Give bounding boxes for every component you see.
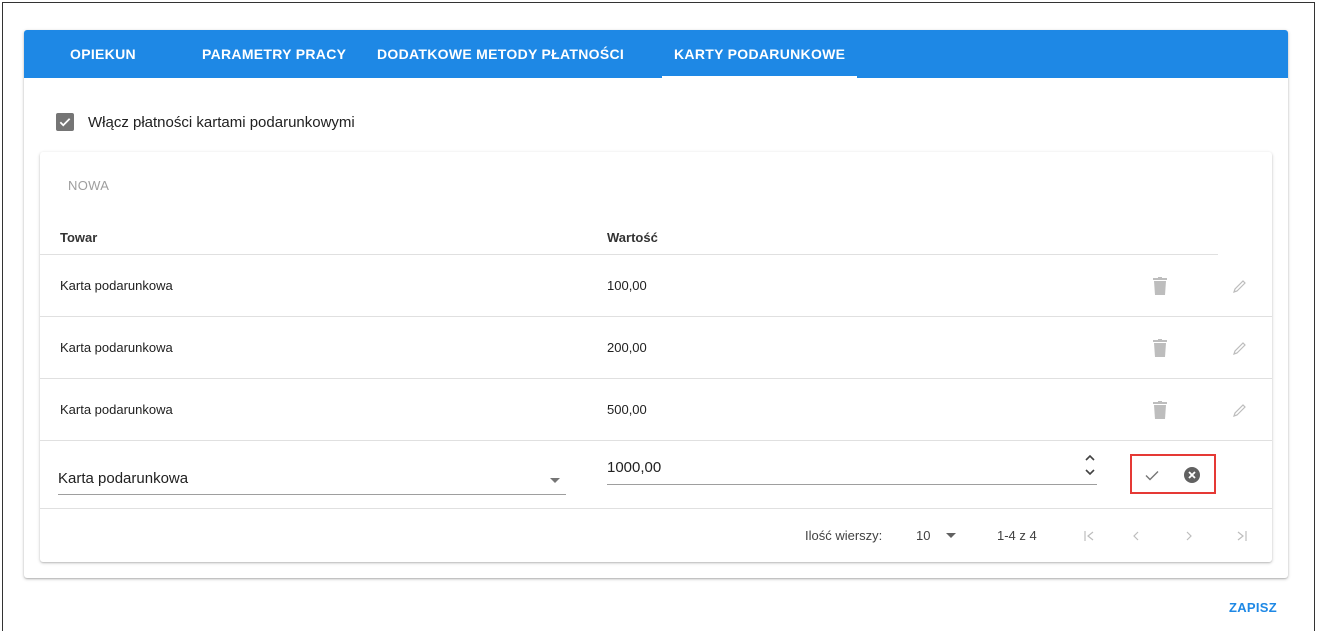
column-header-wartosc: Wartość [607, 230, 658, 245]
save-button[interactable]: ZAPISZ [1229, 600, 1277, 615]
edit-icon[interactable] [1230, 400, 1250, 420]
rows-per-page-select[interactable]: 10 [916, 528, 960, 546]
delete-icon[interactable] [1150, 275, 1170, 297]
cancel-circle-icon[interactable] [1182, 465, 1202, 485]
new-button[interactable]: NOWA [68, 178, 109, 193]
check-icon [59, 118, 71, 127]
value-input-text: 1000,00 [607, 459, 662, 476]
tab-opiekun[interactable]: OPIEKUN [70, 30, 136, 78]
edit-icon[interactable] [1230, 276, 1250, 296]
product-select-value: Karta podarunkowa [58, 470, 189, 487]
cell-value: 100,00 [607, 278, 647, 293]
cell-value: 200,00 [607, 340, 647, 355]
cell-product: Karta podarunkowa [60, 340, 173, 355]
next-page-icon[interactable] [1177, 524, 1201, 548]
edit-row: Karta podarunkowa 1000,00 [40, 441, 1272, 509]
table-row: Karta podarunkowa 500,00 [40, 379, 1272, 441]
pagination-range: 1-4 z 4 [997, 528, 1037, 543]
value-spinner[interactable] [1083, 451, 1097, 479]
delete-icon[interactable] [1150, 337, 1170, 359]
rows-per-page-value: 10 [916, 528, 931, 543]
dropdown-arrow-icon [946, 533, 956, 538]
tab-bar: OPIEKUN PARAMETRY PRACY DODATKOWE METODY… [24, 30, 1288, 78]
gift-card-toggle-row: Włącz płatności kartami podarunkowymi [56, 108, 355, 136]
tab-karty-podarunkowe[interactable]: KARTY PODARUNKOWE [661, 30, 858, 78]
dropdown-arrow-icon [550, 478, 560, 483]
gift-card-checkbox[interactable] [56, 113, 74, 131]
cell-product: Karta podarunkowa [60, 278, 173, 293]
settings-card: OPIEKUN PARAMETRY PRACY DODATKOWE METODY… [24, 30, 1288, 578]
product-select[interactable]: Karta podarunkowa [58, 465, 566, 495]
gift-cards-table: NOWA Towar Wartość Karta podarunkowa 100… [40, 152, 1272, 562]
confirm-check-icon[interactable] [1142, 465, 1162, 485]
column-header-towar: Towar [60, 230, 98, 245]
previous-page-icon[interactable] [1124, 524, 1148, 548]
table-pagination: Ilość wierszy: 10 1-4 z 4 [40, 510, 1272, 562]
cell-value: 500,00 [607, 402, 647, 417]
edit-icon[interactable] [1230, 338, 1250, 358]
last-page-icon[interactable] [1230, 524, 1254, 548]
spinner-arrows-icon [1085, 454, 1095, 476]
gift-card-checkbox-label: Włącz płatności kartami podarunkowymi [88, 113, 355, 131]
value-input[interactable]: 1000,00 [607, 454, 1097, 485]
edit-actions-highlight [1130, 454, 1216, 494]
first-page-icon[interactable] [1077, 524, 1101, 548]
cell-product: Karta podarunkowa [60, 402, 173, 417]
delete-icon[interactable] [1150, 399, 1170, 421]
table-row: Karta podarunkowa 100,00 [40, 255, 1272, 317]
tab-parametry-pracy[interactable]: PARAMETRY PRACY [202, 30, 346, 78]
table-row: Karta podarunkowa 200,00 [40, 317, 1272, 379]
tab-dodatkowe-metody-platnosci[interactable]: DODATKOWE METODY PŁATNOŚCI [377, 30, 624, 78]
rows-per-page-label: Ilość wierszy: [805, 528, 883, 543]
